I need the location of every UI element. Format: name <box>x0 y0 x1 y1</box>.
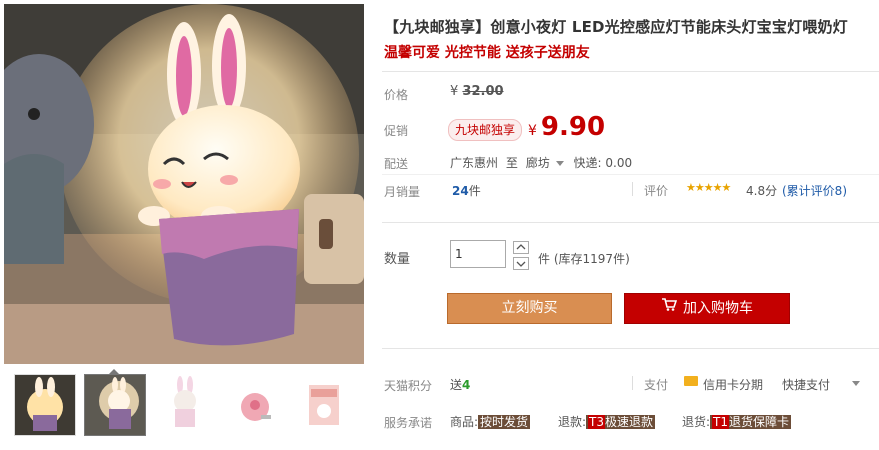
rating-stars: ★★★★★ <box>686 181 731 194</box>
service-prefix: 退款: <box>558 415 587 429</box>
shipping-label: 配送 <box>384 157 409 171</box>
quick-pay[interactable]: 快捷支付 <box>782 376 830 393</box>
sales-count: 24 <box>452 184 469 198</box>
quantity-increase-button[interactable] <box>513 241 529 254</box>
divider <box>382 174 879 175</box>
service-abbr: T1 <box>712 415 730 429</box>
shipping-info: 广东惠州 至 廊坊 快递: 0.00 <box>450 154 632 171</box>
service-tag-text: 极速退款 <box>605 415 654 429</box>
stock-unit: 件 <box>538 252 551 266</box>
quantity-label: 数量 <box>384 252 411 267</box>
service-tag-text: 退货保障卡 <box>729 415 790 429</box>
active-thumb-indicator <box>108 369 120 375</box>
product-title: 【九块邮独享】创意小夜灯 LED光控感应灯节能床头灯宝宝灯喂奶灯 <box>384 18 848 36</box>
service-tag: T3极速退款 <box>586 415 656 429</box>
service-prefix: 退货: <box>682 415 711 429</box>
ship-destination[interactable]: 廊坊 <box>526 156 550 170</box>
thumbnail-1[interactable] <box>14 374 76 436</box>
service-item-delivery[interactable]: 商品: 按时发货 <box>450 413 531 430</box>
ship-from: 广东惠州 <box>450 156 499 170</box>
ship-to-word: 至 <box>505 156 518 170</box>
sales-unit: 件 <box>468 184 481 198</box>
promo-label: 促销 <box>384 124 409 138</box>
quantity-decrease-button[interactable] <box>513 257 529 270</box>
service-abbr: T3 <box>588 415 606 429</box>
review-count-link[interactable]: (累计评价8) <box>782 182 847 199</box>
stock-info: 件 (库存1197件) <box>538 250 630 267</box>
cart-icon <box>661 293 678 322</box>
chevron-down-icon[interactable] <box>555 161 564 166</box>
points-number: 4 <box>462 378 471 392</box>
original-price: ¥ 32.00 <box>450 84 504 99</box>
original-price-value: 32.00 <box>462 84 504 99</box>
chevron-up-icon <box>516 244 526 250</box>
thumbnail-4[interactable] <box>224 374 286 436</box>
service-tag: T1退货保障卡 <box>710 415 792 429</box>
points-value: 送4 <box>450 376 470 393</box>
thumbnail-2[interactable] <box>84 374 146 436</box>
currency-symbol: ¥ <box>450 84 459 99</box>
thumbnail-3[interactable] <box>154 374 216 436</box>
main-product-image[interactable] <box>4 4 364 364</box>
ship-method: 快递: 0.00 <box>573 156 633 170</box>
chevron-down-icon <box>516 261 526 267</box>
monthly-sales: 24件 <box>452 182 481 199</box>
rating-score: 4.8分 <box>746 184 778 198</box>
service-item-return[interactable]: 退货: T1退货保障卡 <box>682 413 792 430</box>
rating-label: 评价 <box>644 184 669 198</box>
buy-now-button[interactable]: 立刻购买 <box>447 293 612 324</box>
service-label: 服务承诺 <box>384 416 433 430</box>
promo-price-value: 9.90 <box>540 112 606 142</box>
service-tag: 按时发货 <box>478 415 531 429</box>
promo-tag: 九块邮独享 <box>448 119 523 141</box>
thumbnail-5[interactable] <box>294 374 356 436</box>
stock-count: (库存1197件) <box>553 252 630 266</box>
add-to-cart-label: 加入购物车 <box>683 300 753 317</box>
promo-currency: ¥ <box>528 123 537 139</box>
quantity-input[interactable] <box>450 240 506 268</box>
price-label: 价格 <box>384 88 409 102</box>
product-subtitle: 温馨可爱 光控节能 送孩子送朋友 <box>384 45 590 61</box>
add-to-cart-button[interactable]: 加入购物车 <box>624 293 790 324</box>
thumbnail-strip <box>4 369 364 446</box>
chevron-down-icon[interactable] <box>852 381 860 386</box>
divider <box>632 376 633 390</box>
credit-card-installment[interactable]: 信用卡分期 <box>703 376 763 393</box>
product-info-panel: 【九块邮独享】创意小夜灯 LED光控感应灯节能床头灯宝宝灯喂奶灯 温馨可爱 光控… <box>382 0 879 450</box>
promo-price: ¥9.90 <box>528 112 605 142</box>
divider <box>382 348 879 349</box>
divider <box>632 182 633 196</box>
service-item-refund[interactable]: 退款: T3极速退款 <box>558 413 656 430</box>
points-label: 天猫积分 <box>384 379 433 393</box>
points-prefix: 送 <box>450 378 463 392</box>
credit-card-icon <box>684 376 698 386</box>
divider <box>382 71 879 72</box>
divider <box>382 222 879 223</box>
sales-label: 月销量 <box>384 185 421 199</box>
service-prefix: 商品: <box>450 415 479 429</box>
payment-label: 支付 <box>644 378 669 392</box>
